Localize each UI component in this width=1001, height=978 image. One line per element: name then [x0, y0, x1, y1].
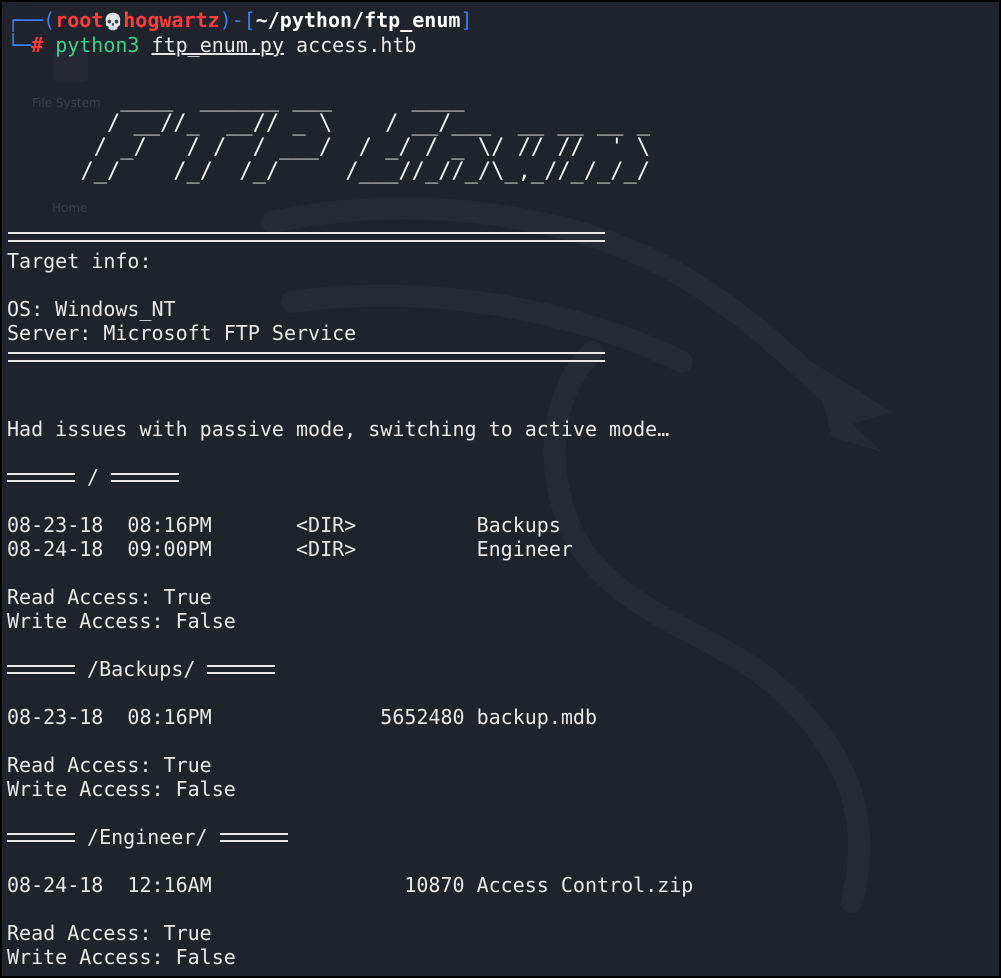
- prompt-close-bracket: ]: [460, 8, 473, 32]
- prompt-host: hogwartz: [123, 8, 220, 32]
- command-name: python3: [55, 33, 140, 57]
- prompt-hash: #: [31, 33, 44, 57]
- section-header-backups: /Backups/: [7, 657, 276, 681]
- write-access: Write Access: False: [7, 777, 236, 801]
- prompt-corner: └─: [7, 33, 32, 57]
- command-argument: access.htb: [296, 33, 417, 57]
- command-script: ftp_enum.py: [151, 33, 284, 57]
- listing-row: 08-23-18 08:16PM <DIR> Backups: [7, 513, 561, 537]
- read-access: Read Access: True: [7, 585, 212, 609]
- header-bar-left: [7, 665, 75, 674]
- prompt-line: ┌──(root💀hogwartz)-[~/python/ftp_enum]: [7, 8, 472, 32]
- header-bar-right: [207, 665, 276, 674]
- target-os: OS: Windows_NT: [7, 297, 176, 321]
- listing-row: 08-24-18 09:00PM <DIR> Engineer: [7, 537, 573, 561]
- header-bar-left: [7, 833, 75, 842]
- skull-icon: 💀: [103, 12, 124, 31]
- terminal-window[interactable]: File System Home ┌──(root💀hogwartz)-[~/p…: [2, 2, 999, 976]
- section-title: /Engineer/: [75, 825, 220, 849]
- prompt-open-bracket: ┌──(: [7, 8, 56, 32]
- ftp-enum-ascii-banner: ____ ______ ___ ____ / __//_ __// _ \ / …: [80, 87, 651, 184]
- write-access: Write Access: False: [7, 609, 236, 633]
- section-title: /Backups/: [75, 657, 208, 681]
- header-bar-right: [111, 473, 180, 482]
- target-server: Server: Microsoft FTP Service: [7, 321, 357, 345]
- command-line[interactable]: └─# python3 ftp_enum.py access.htb: [7, 33, 416, 57]
- prompt-user: root: [55, 8, 104, 32]
- home-label: Home: [52, 201, 88, 215]
- read-access: Read Access: True: [7, 921, 212, 945]
- prompt-mid-bracket: )-[: [219, 8, 256, 32]
- mode-notice: Had issues with passive mode, switching …: [7, 417, 670, 441]
- header-bar-right: [219, 833, 288, 842]
- target-info-heading: Target info:: [7, 249, 152, 273]
- listing-row: 08-23-18 08:16PM 5652480 backup.mdb: [7, 705, 598, 729]
- header-bar-left: [7, 473, 75, 482]
- section-header-engineer: /Engineer/: [7, 825, 288, 849]
- write-access: Write Access: False: [7, 945, 236, 969]
- prompt-path: ~/python/ftp_enum: [255, 8, 461, 32]
- separator-rule: [8, 232, 605, 242]
- separator-rule: [8, 352, 605, 362]
- section-title: /: [75, 465, 112, 489]
- section-header-root: /: [7, 465, 180, 489]
- listing-row: 08-24-18 12:16AM 10870 Access Control.zi…: [7, 873, 694, 897]
- read-access: Read Access: True: [7, 753, 212, 777]
